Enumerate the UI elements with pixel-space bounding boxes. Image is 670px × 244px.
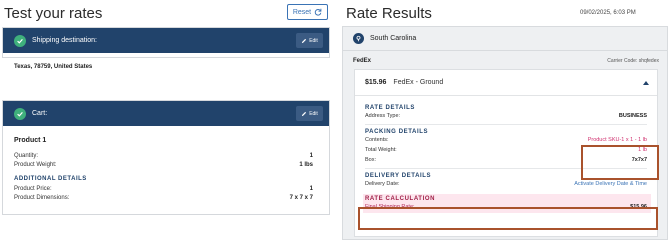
check-circle-icon [14,107,26,120]
product-dimensions-label: Product Dimensions: [14,194,70,201]
edit-destination-button[interactable]: Edit [296,33,323,48]
product-price-label: Product Price: [14,185,52,192]
product-price-value: 1 [309,185,313,192]
quantity-label: Quantity: [14,152,39,159]
refresh-icon [314,8,322,16]
rate-header[interactable]: $15.96 FedEx - Ground [355,70,657,96]
product-dimensions-row: Product Dimensions: 7 x 7 x 7 [14,193,313,202]
edit-label: Edit [309,37,318,44]
cart-card: Cart: Edit Product 1 Quantity: 1 Product… [2,100,330,215]
carrier-code: Carrier Code: shqfedex [607,58,659,64]
shipping-destination-header: Shipping destination: Edit [3,28,329,53]
product-weight-label: Product Weight: [14,161,57,168]
rate-calculation-highlight-box [358,207,658,230]
reset-label: Reset [292,8,312,16]
shipping-destination-title: Shipping destination: [32,37,97,44]
packing-highlight-box [581,145,659,180]
rate-details-section: RATE DETAILS Address Type: BUSINESS [365,96,647,121]
activate-delivery-date-link[interactable]: Activate Delivery Date & Time [574,181,647,187]
additional-details-title: ADDITIONAL DETAILS [14,176,87,182]
test-rates-panel: Test your rates Reset Shipping destinati… [0,0,334,244]
product-price-row: Product Price: 1 [14,184,313,193]
edit-cart-button[interactable]: Edit [296,106,323,121]
rate-results-title: Rate Results [346,5,432,22]
contents-value: Product SKU-1 x 1 - 1 lb [587,137,647,143]
delivery-date-label: Delivery Date: [365,181,400,187]
check-circle-icon [14,34,26,47]
cart-body: Product 1 Quantity: 1 Product Weight: 1 … [3,126,329,202]
map-pin-icon [353,33,364,44]
cart-title: Cart: [32,110,48,117]
contents-row: Contents: Product SKU-1 x 1 - 1 lb [365,135,647,145]
address-type-label: Address Type: [365,113,401,119]
timestamp: 09/02/2025, 6:03 PM [580,10,636,16]
quantity-value: 1 [309,152,313,159]
state-row: South Carolina [353,33,416,44]
address-type-value: BUSINESS [618,113,647,119]
edit-label: Edit [309,110,318,117]
total-weight-label: Total Weight: [365,147,397,153]
reset-button[interactable]: Reset [287,4,328,20]
carrier-name: FedEx [353,58,372,64]
contents-label: Contents: [365,137,389,143]
shipping-destination-card: Shipping destination: Edit Texas, 78759,… [2,27,330,70]
state-name: South Carolina [370,35,417,42]
delivery-date-row: Delivery Date: Activate Delivery Date & … [365,179,647,189]
pencil-icon [302,111,307,116]
cart-header: Cart: Edit [3,101,329,126]
rate-price: $15.96 [365,79,387,86]
product-name: Product 1 [14,137,47,144]
destination-value: Texas, 78759, United States [14,64,93,70]
product-weight-row: Product Weight: 1 lbs [14,160,313,169]
divider [343,50,667,51]
caret-up-icon[interactable] [643,80,649,85]
pencil-icon [302,38,307,43]
box-label: Box: [365,157,377,163]
rate-service: FedEx - Ground [393,79,444,86]
product-weight-value: 1 lbs [299,161,313,168]
quantity-row: Quantity: 1 [14,151,313,160]
page-title: Test your rates [4,5,103,22]
product-dimensions-value: 7 x 7 x 7 [289,194,313,201]
address-type-row: Address Type: BUSINESS [365,111,647,121]
